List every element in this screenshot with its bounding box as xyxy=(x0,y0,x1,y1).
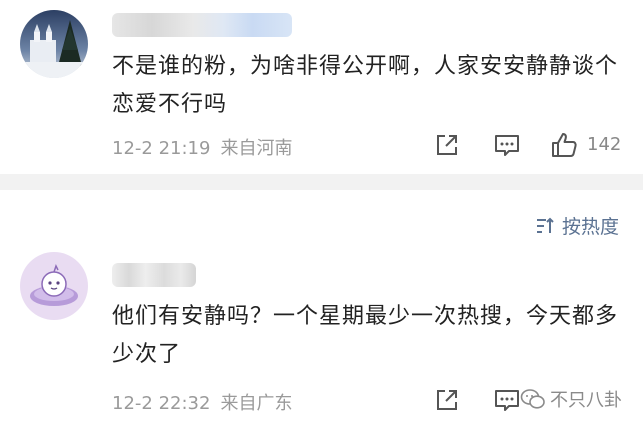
comment-location: 来自广东 xyxy=(220,393,293,414)
section-divider xyxy=(0,174,643,190)
avatar[interactable] xyxy=(20,10,88,78)
comment-icon xyxy=(495,390,519,411)
comment-text: 不是谁的粉，为啥非得公开啊，人家安安静静谈个恋爱不行吗 xyxy=(112,54,619,117)
comment-item: 不是谁的粉，为啥非得公开啊，人家安安静静谈个恋爱不行吗 12-2 21:19 来自… xyxy=(0,0,643,174)
comment-button[interactable] xyxy=(492,385,522,415)
sort-label: 按热度 xyxy=(561,216,619,238)
like-count: 142 xyxy=(587,134,622,155)
sort-icon xyxy=(536,217,554,233)
sort-toggle[interactable]: 按热度 xyxy=(534,212,619,239)
comment-text: 他们有安静吗？一个星期最少一次热搜，今天都多少次了 xyxy=(112,304,619,367)
comment-time: 12-2 21:19 xyxy=(112,138,211,159)
share-icon xyxy=(437,135,457,155)
share-icon xyxy=(437,390,457,410)
comment-time: 12-2 22:32 xyxy=(112,393,211,414)
comment-icon xyxy=(495,135,519,156)
avatar-image xyxy=(20,10,88,78)
avatar[interactable] xyxy=(20,252,88,320)
username-blurred[interactable] xyxy=(112,13,292,37)
avatar-image xyxy=(20,252,88,320)
comment-meta: 12-2 22:32 来自广东 xyxy=(112,389,292,415)
share-button[interactable] xyxy=(432,130,462,160)
comment-location: 来自河南 xyxy=(220,138,293,159)
watermark: 不只八卦 xyxy=(520,386,622,412)
watermark-text: 不只八卦 xyxy=(550,390,622,411)
like-button[interactable] xyxy=(549,130,579,160)
share-button[interactable] xyxy=(432,385,462,415)
comment-meta: 12-2 21:19 来自河南 xyxy=(112,134,292,160)
comment-button[interactable] xyxy=(492,130,522,160)
username-blurred[interactable] xyxy=(112,263,196,287)
like-icon xyxy=(552,133,577,157)
wechat-icon xyxy=(520,389,545,409)
